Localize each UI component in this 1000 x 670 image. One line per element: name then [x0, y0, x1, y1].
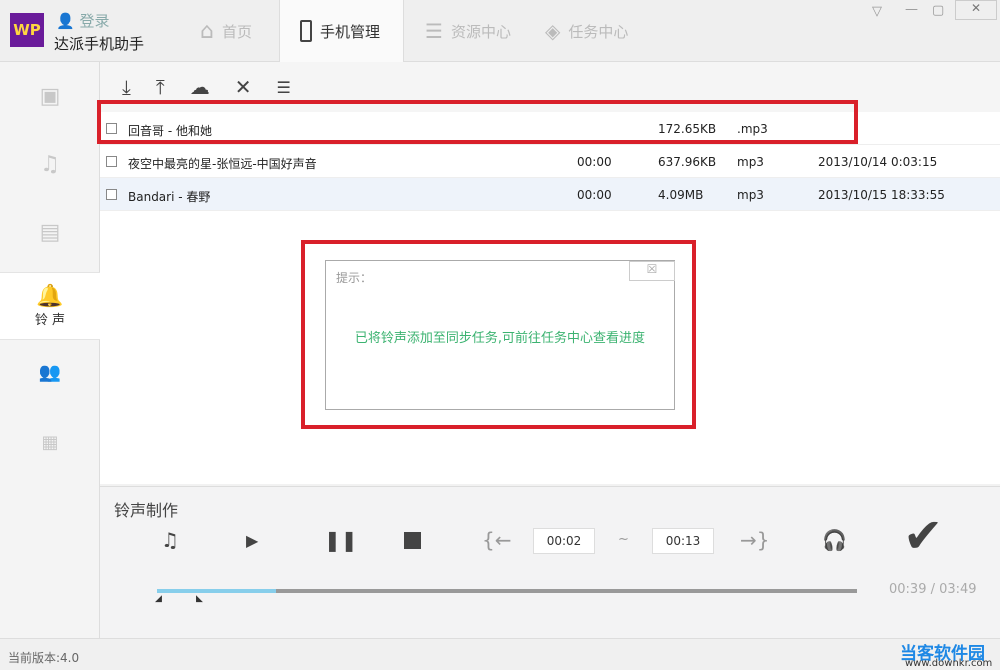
close-button[interactable]: ✕: [955, 0, 997, 20]
highlight-box: [97, 100, 858, 144]
maker-title: 铃声制作: [114, 501, 179, 520]
progress-fill: [157, 589, 276, 593]
row-checkbox[interactable]: [106, 156, 117, 167]
sidebar-item-apps[interactable]: ▦: [0, 408, 100, 476]
pause-icon[interactable]: ❚❚: [324, 528, 358, 552]
user-icon: 👤: [56, 12, 75, 30]
photo-icon: ▣: [39, 83, 61, 109]
start-marker[interactable]: ◢: [155, 594, 162, 604]
film-icon: ▤: [39, 219, 61, 245]
table-row[interactable]: Bandari - 春野 00:00 4.09MB mp3 2013/10/15…: [100, 178, 1000, 211]
home-icon: ⌂: [200, 18, 214, 44]
highlight-box: [301, 240, 696, 429]
delete-icon[interactable]: ✕: [235, 75, 252, 99]
tab-home[interactable]: ⌂ 首页: [180, 0, 278, 62]
apps-icon: ▦: [41, 431, 59, 453]
app-name: 达派手机助手: [54, 35, 145, 53]
sidebar-item-video[interactable]: ▤: [0, 198, 100, 266]
maximize-button[interactable]: ▢: [932, 3, 944, 18]
add-music-icon[interactable]: ♫: [161, 528, 179, 552]
sidebar-item-contacts[interactable]: 👥: [0, 338, 100, 406]
bell-icon: 🔔: [36, 284, 64, 309]
version-label: 当前版本:4.0: [8, 651, 80, 665]
sidebar-item-photos[interactable]: ▣: [0, 62, 100, 130]
tab-tasks[interactable]: ◈ 任务中心: [525, 0, 655, 62]
confirm-check-icon[interactable]: ✔: [903, 508, 943, 564]
time-readout: 00:39 / 03:49: [889, 582, 977, 597]
login-link[interactable]: 👤 登录: [56, 10, 109, 31]
table-row[interactable]: 夜空中最亮的星-张恒远-中国好声音 00:00 637.96KB mp3 201…: [100, 145, 1000, 178]
stop-icon[interactable]: [404, 532, 421, 549]
phone-icon: [300, 20, 312, 42]
grid-icon: ☰: [425, 19, 443, 43]
layers-icon: ◈: [545, 19, 561, 43]
set-end-icon[interactable]: →}: [740, 528, 769, 552]
headphones-icon[interactable]: 🎧: [822, 528, 847, 552]
app-logo: WP: [10, 13, 44, 47]
sidebar: ▣ ♫ ▤ 🔔 铃 声 👥 ▦: [0, 62, 100, 638]
play-icon[interactable]: ▶: [246, 531, 258, 550]
tab-resources[interactable]: ☰ 资源中心: [405, 0, 525, 62]
watermark-url: www.downkr.com: [905, 658, 993, 669]
range-separator: ~: [618, 532, 629, 547]
import-icon[interactable]: ⤓: [122, 75, 131, 99]
contacts-icon: 👥: [38, 361, 62, 383]
tab-phone-manage[interactable]: 手机管理: [279, 0, 404, 62]
minimize-button[interactable]: —: [905, 2, 918, 17]
sidebar-item-music[interactable]: ♫: [0, 130, 100, 198]
end-time-input[interactable]: 00:13: [652, 528, 714, 554]
end-marker[interactable]: ◣: [196, 594, 203, 604]
sidebar-item-ringtone[interactable]: 🔔 铃 声: [0, 272, 100, 340]
cloud-download-icon[interactable]: ☁: [190, 75, 210, 99]
status-bar: 当前版本:4.0 当客软件园 www.downkr.com: [0, 638, 1000, 670]
music-icon: ♫: [40, 151, 60, 177]
progress-slider[interactable]: [157, 589, 857, 593]
title-bar: WP 👤 登录 达派手机助手 ⌂ 首页 手机管理 ☰ 资源中心 ◈ 任务中心 ▽ — …: [0, 0, 1000, 62]
ringtone-maker: 铃声制作: [100, 486, 1000, 638]
menu-button[interactable]: ▽: [872, 4, 882, 19]
start-time-input[interactable]: 00:02: [533, 528, 595, 554]
select-all-icon[interactable]: ☰: [276, 78, 290, 97]
set-start-icon[interactable]: {←: [482, 528, 511, 552]
export-icon[interactable]: ⤒: [156, 75, 165, 99]
row-checkbox[interactable]: [106, 189, 117, 200]
